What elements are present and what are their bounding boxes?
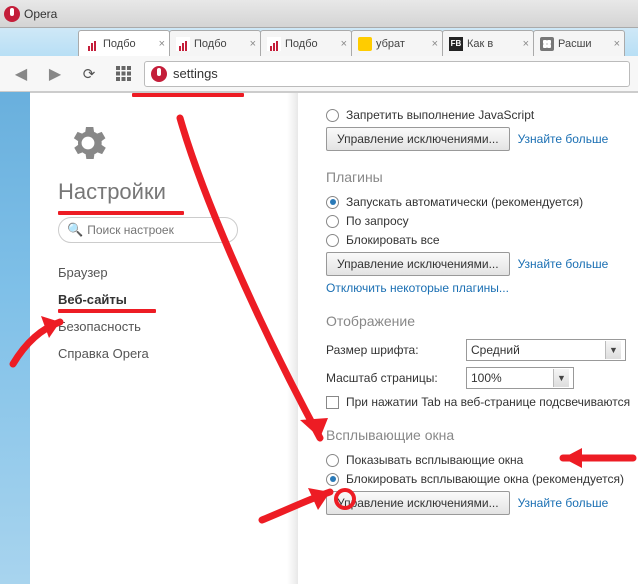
manage-exceptions-button[interactable]: Управление исключениями... [326, 127, 510, 151]
learn-more-link[interactable]: Узнайте больше [518, 496, 609, 510]
search-icon: 🔍 [67, 222, 83, 238]
select-font-size[interactable]: Средний ▼ [466, 339, 626, 361]
toolbar: ◀ ▶ ⟳ settings [0, 56, 638, 92]
radio-js-block[interactable] [326, 109, 339, 122]
page-title: Настройки [58, 179, 298, 205]
opera-icon [151, 66, 167, 82]
chevron-down-icon: ▼ [605, 341, 621, 359]
tab-label: Подбо [103, 38, 136, 50]
section-popups: Всплывающие окна [326, 427, 638, 443]
sidebar-item-browser[interactable]: Браузер [58, 259, 298, 286]
forward-button: ▶ [42, 61, 68, 87]
sidebar-item-help[interactable]: Справка Opera [58, 340, 298, 367]
annotation-underline [58, 309, 156, 313]
tab-2[interactable]: Подбо × [169, 30, 261, 56]
section-display: Отображение [326, 313, 638, 329]
back-button[interactable]: ◀ [8, 61, 34, 87]
select-value: 100% [471, 371, 502, 385]
tab-label: Подбо [285, 38, 318, 50]
annotation-circle [334, 488, 356, 510]
sidebar-item-security[interactable]: Безопасность [58, 313, 298, 340]
favicon-extension-icon [540, 37, 554, 51]
label-zoom: Масштаб страницы: [326, 371, 466, 385]
chevron-down-icon: ▼ [553, 369, 569, 387]
tab-4[interactable]: убрат × [351, 30, 443, 56]
learn-more-link[interactable]: Узнайте больше [518, 132, 609, 146]
close-icon[interactable]: × [250, 38, 256, 50]
radio-popups-block[interactable] [326, 473, 339, 486]
label-js-block: Запретить выполнение JavaScript [346, 108, 534, 122]
close-icon[interactable]: × [341, 38, 347, 50]
close-icon[interactable]: × [159, 38, 165, 50]
select-value: Средний [471, 343, 520, 357]
favicon-bars-icon [85, 37, 99, 51]
app-name: Opera [24, 7, 57, 21]
tab-label: Расши [558, 38, 592, 50]
select-zoom[interactable]: 100% ▼ [466, 367, 574, 389]
label-popups-show: Показывать всплывающие окна [346, 453, 523, 467]
tab-1[interactable]: Подбо × [78, 30, 170, 56]
manage-exceptions-button[interactable]: Управление исключениями... [326, 252, 510, 276]
search-input[interactable] [87, 223, 227, 237]
tab-label: Как в [467, 38, 493, 50]
close-icon[interactable]: × [614, 38, 620, 50]
annotation-underline [58, 211, 184, 215]
tab-6[interactable]: Расши × [533, 30, 625, 56]
address-bar[interactable]: settings [144, 61, 630, 87]
radio-popups-show[interactable] [326, 454, 339, 467]
reload-button[interactable]: ⟳ [76, 61, 102, 87]
sidebar: Настройки 🔍 Браузер Веб-сайты Безопаснос… [30, 93, 298, 584]
favicon-bars-icon [267, 37, 281, 51]
favicon-bars-icon [176, 37, 190, 51]
search-settings[interactable]: 🔍 [58, 217, 238, 243]
label-tab-highlight: При нажатии Tab на веб-странице подсвечи… [346, 395, 630, 409]
settings-main: Запретить выполнение JavaScript Управлен… [298, 93, 638, 584]
label-plugins-ondemand: По запросу [346, 214, 409, 228]
tab-strip: Подбо × Подбо × Подбо × убрат × FB Как в… [0, 28, 638, 56]
opera-icon [4, 6, 20, 22]
label-plugins-block: Блокировать все [346, 233, 440, 247]
label-plugins-auto: Запускать автоматически (рекомендуется) [346, 195, 583, 209]
checkbox-tab-highlight[interactable] [326, 396, 339, 409]
favicon-yandex-icon [358, 37, 372, 51]
speed-dial-button[interactable] [110, 61, 136, 87]
label-font-size: Размер шрифта: [326, 343, 466, 357]
close-icon[interactable]: × [432, 38, 438, 50]
label-popups-block: Блокировать всплывающие окна (рекомендуе… [346, 472, 624, 486]
radio-plugins-ondemand[interactable] [326, 215, 339, 228]
tab-3[interactable]: Подбо × [260, 30, 352, 56]
gear-icon [66, 121, 110, 165]
tab-5[interactable]: FB Как в × [442, 30, 534, 56]
annotation-underline [132, 93, 244, 97]
address-text: settings [173, 66, 218, 81]
favicon-fb-icon: FB [449, 37, 463, 51]
close-icon[interactable]: × [523, 38, 529, 50]
tab-label: Подбо [194, 38, 227, 50]
titlebar: Opera [0, 0, 638, 28]
disable-plugins-link[interactable]: Отключить некоторые плагины... [326, 281, 509, 295]
section-plugins: Плагины [326, 169, 638, 185]
tab-label: убрат [376, 38, 405, 50]
learn-more-link[interactable]: Узнайте больше [518, 257, 609, 271]
radio-plugins-auto[interactable] [326, 196, 339, 209]
radio-plugins-block[interactable] [326, 234, 339, 247]
